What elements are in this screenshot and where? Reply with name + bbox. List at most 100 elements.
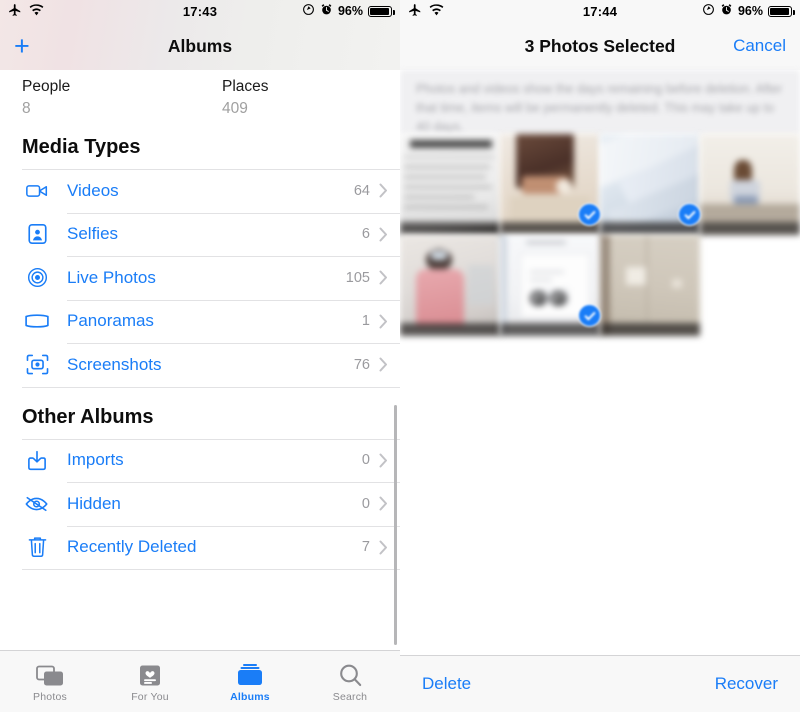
tab-albums-label: Albums	[230, 691, 270, 703]
recover-button[interactable]: Recover	[715, 674, 778, 694]
recently-deleted-selection-screen: 17:44 96% 3 Photos Selected Cancel Photo…	[400, 0, 800, 712]
battery-percent-label: 96%	[737, 4, 763, 18]
page-title: Albums	[167, 35, 233, 56]
photo-thumbnail-3[interactable]	[600, 134, 700, 235]
delete-button[interactable]: Delete	[422, 674, 471, 694]
list-item-live-photos[interactable]: Live Photos 105	[0, 256, 400, 300]
tab-albums[interactable]: Albums	[200, 660, 300, 703]
list-item-videos-label: Videos	[67, 180, 119, 200]
album-card-people[interactable]: People 8	[0, 78, 200, 118]
photo-thumbnail-6[interactable]	[500, 235, 600, 336]
list-item-imports-label: Imports	[67, 450, 124, 470]
navigation-bar-right: 3 Photos Selected Cancel	[400, 22, 800, 70]
tab-bar: Photos For You Albums Search	[0, 650, 400, 712]
photo-thumbnail-4[interactable]	[700, 134, 800, 235]
add-album-button[interactable]: +	[14, 32, 30, 60]
section-header-other-albums: Other Albums	[22, 405, 154, 428]
trash-icon	[22, 534, 52, 560]
people-places-row: People 8 Places 409	[0, 70, 400, 118]
status-bar-left: 17:43 96%	[0, 0, 400, 22]
photo-thumbnail-1[interactable]	[400, 134, 500, 235]
album-card-people-title: People	[22, 78, 71, 95]
status-bar-right-icons: 96%	[302, 3, 395, 19]
alarm-clock-icon	[720, 3, 733, 19]
chevron-right-icon	[379, 453, 388, 468]
location-arrow-icon	[702, 3, 715, 19]
battery-full-icon	[368, 5, 395, 17]
list-item-selfies-count: 6	[361, 226, 370, 243]
list-item-live-photos-label: Live Photos	[67, 267, 156, 287]
albums-folder-icon	[200, 660, 300, 688]
list-divider	[22, 569, 400, 570]
album-card-places[interactable]: Places 409	[200, 78, 400, 118]
list-item-panoramas-label: Panoramas	[67, 311, 154, 331]
album-card-places-title: Places	[222, 78, 269, 95]
tab-photos[interactable]: Photos	[0, 660, 100, 703]
battery-percent-label: 96%	[337, 4, 363, 18]
list-item-selfies-label: Selfies	[67, 224, 119, 244]
photos-stack-icon	[0, 660, 100, 688]
list-item-imports[interactable]: Imports 0	[0, 438, 400, 483]
list-item-panoramas[interactable]: Panoramas 1	[0, 299, 400, 344]
album-card-places-count: 409	[222, 100, 248, 117]
chevron-right-icon	[379, 227, 388, 242]
screenshot-icon	[22, 352, 52, 378]
tab-for-you[interactable]: For You	[100, 660, 200, 703]
dual-screenshot-container: 17:43 96% + Albums People 8 Places 409 M…	[0, 0, 800, 712]
photo-grid	[400, 134, 800, 336]
other-albums-list: Imports 0 Hidden 0 Recently Deleted 7	[0, 438, 400, 570]
albums-screen: 17:43 96% + Albums People 8 Places 409 M…	[0, 0, 400, 712]
chevron-right-icon	[379, 540, 388, 555]
list-item-recently-deleted-label: Recently Deleted	[67, 537, 197, 557]
scrollbar[interactable]	[394, 405, 397, 645]
alarm-clock-icon	[320, 3, 333, 19]
cancel-button[interactable]: Cancel	[733, 36, 786, 56]
photo-thumbnail-5[interactable]	[400, 235, 500, 336]
list-item-panoramas-count: 1	[361, 313, 370, 330]
panorama-icon	[22, 308, 52, 334]
album-card-people-count: 8	[22, 100, 31, 117]
list-item-screenshots-label: Screenshots	[67, 354, 162, 374]
status-bar-right-wrapper: 17:44 96% 3 Photos Selected Cancel	[400, 0, 800, 70]
eye-slash-icon	[22, 491, 52, 517]
list-item-videos-count: 64	[353, 182, 370, 199]
chevron-right-icon	[379, 496, 388, 511]
chevron-right-icon	[379, 314, 388, 329]
video-camera-icon	[22, 178, 52, 204]
list-item-screenshots[interactable]: Screenshots 76	[0, 343, 400, 387]
tab-search-label: Search	[332, 691, 368, 703]
tab-photos-label: Photos	[33, 691, 67, 703]
live-photo-icon	[22, 265, 52, 291]
import-icon	[22, 447, 52, 473]
list-item-screenshots-count: 76	[353, 356, 370, 373]
for-you-heart-card-icon	[100, 660, 200, 688]
list-item-selfies[interactable]: Selfies 6	[0, 212, 400, 257]
list-item-imports-count: 0	[361, 452, 370, 469]
magnifier-icon	[300, 660, 400, 688]
photo-grid-wrapper	[400, 134, 800, 336]
list-item-hidden-label: Hidden	[67, 493, 121, 513]
navigation-bar-left: + Albums	[0, 22, 400, 70]
list-item-recently-deleted[interactable]: Recently Deleted 7	[0, 525, 400, 570]
list-item-recently-deleted-count: 7	[361, 539, 370, 556]
chevron-right-icon	[379, 357, 388, 372]
tab-search[interactable]: Search	[300, 660, 400, 703]
photo-thumbnail-2[interactable]	[500, 134, 600, 235]
list-item-hidden[interactable]: Hidden 0	[0, 482, 400, 526]
list-item-hidden-count: 0	[361, 495, 370, 512]
selection-action-bar: Delete Recover	[400, 655, 800, 712]
chevron-right-icon	[379, 270, 388, 285]
chevron-right-icon	[379, 183, 388, 198]
status-bar-right-icons: 96%	[702, 3, 795, 19]
selfie-portrait-icon	[22, 221, 52, 247]
photo-thumbnail-7[interactable]	[600, 235, 700, 336]
tab-for-you-label: For You	[131, 691, 169, 703]
status-bar-right-panel: 17:44 96%	[400, 0, 800, 22]
retention-notice-text: Photos and videos show the days remainin…	[400, 70, 800, 134]
location-arrow-icon	[302, 3, 315, 19]
media-types-list: Videos 64 Selfies 6 Live Photos 105 Pano…	[0, 169, 400, 388]
list-item-videos[interactable]: Videos 64	[0, 169, 400, 213]
section-header-media-types: Media Types	[22, 136, 141, 158]
battery-full-icon	[768, 5, 795, 17]
list-item-live-photos-count: 105	[345, 269, 370, 286]
